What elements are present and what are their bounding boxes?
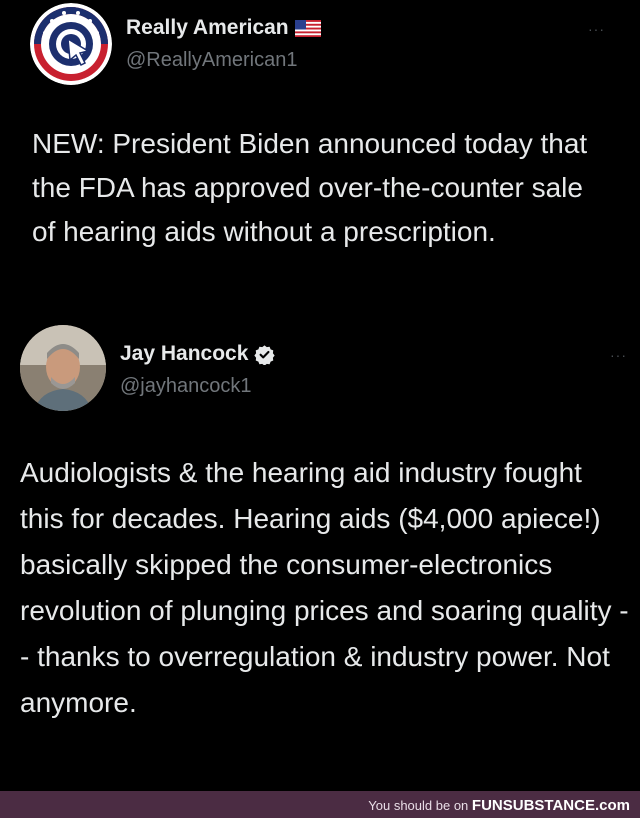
verified-badge-icon [254,344,276,366]
tweet1-more-button[interactable]: ··· [588,22,605,36]
tweet2-display-name[interactable]: Jay Hancock [120,342,248,366]
tweet2-body: Audiologists & the hearing aid industry … [20,457,629,718]
profile-photo-icon [20,325,106,411]
tweet-jay-hancock: Jay Hancock @jayhancock1 ··· Audiologist… [0,310,640,790]
jay-hancock-avatar[interactable] [20,325,106,411]
us-flag-icon [294,19,321,37]
tweet1-body: NEW: President Biden announced today tha… [32,128,588,247]
really-american-logo-icon [30,3,112,85]
watermark-footer: You should be on FUNSUBSTANCE.com [0,791,640,818]
really-american-avatar[interactable] [30,3,112,85]
tweet2-handle[interactable]: @jayhancock1 [120,375,251,398]
watermark-brand: FUNSUBSTANCE.com [471,797,630,814]
tweet1-handle[interactable]: @ReallyAmerican1 [126,49,297,72]
tweet2-more-button[interactable]: ··· [610,348,627,362]
tweet-really-american: Really American @ReallyAmerican1 ··· NEW… [0,0,640,310]
watermark-prefix: You should be on [368,798,469,813]
watermark-text[interactable]: You should be on FUNSUBSTANCE.com [368,797,630,814]
tweet1-display-name[interactable]: Really American [126,16,289,40]
